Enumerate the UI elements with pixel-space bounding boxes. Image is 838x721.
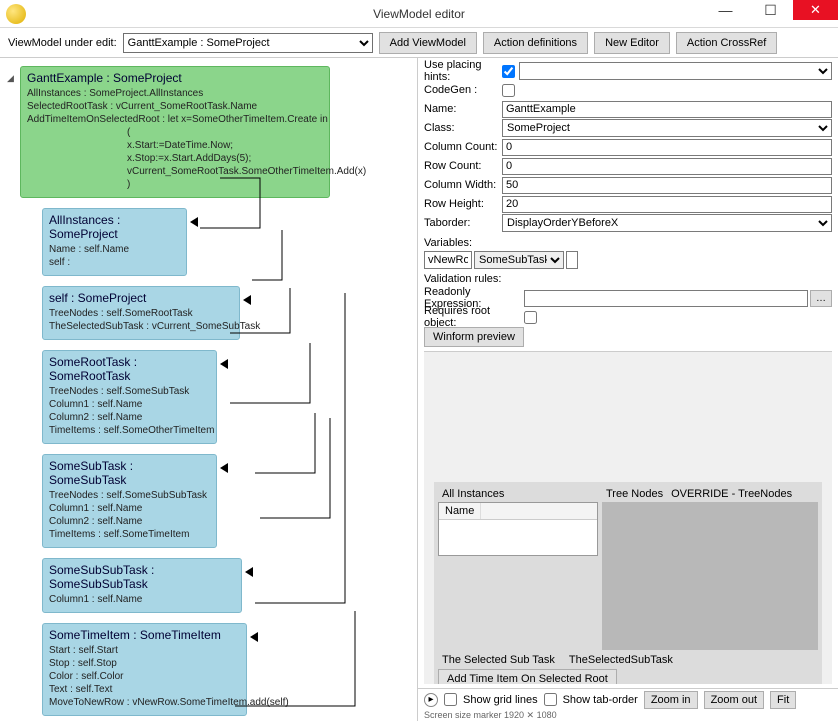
window-title: ViewModel editor	[373, 7, 465, 21]
fit-button[interactable]: Fit	[770, 691, 796, 709]
variable-type-select[interactable]: SomeSubTask	[474, 251, 564, 269]
arrow-icon	[245, 567, 253, 577]
rowheight-input[interactable]	[502, 196, 832, 213]
properties-pane: Use placing hints: CodeGen : Name: Class…	[418, 58, 838, 721]
add-time-root-button[interactable]: Add Time Item On Selected Root	[438, 669, 617, 684]
node-title: GanttExample : SomeProject	[27, 71, 323, 85]
maximize-button[interactable]: ☐	[748, 0, 793, 20]
window-titlebar: ViewModel editor — ☐ ✕	[0, 0, 838, 28]
show-grid-checkbox[interactable]	[444, 693, 457, 706]
readonly-ellipsis-button[interactable]: …	[810, 290, 832, 307]
arrow-icon	[220, 463, 228, 473]
codegen-checkbox[interactable]	[502, 84, 515, 97]
arrow-icon	[190, 217, 198, 227]
arrow-icon	[250, 632, 258, 642]
allinstances-grid[interactable]: Name	[438, 502, 598, 556]
bottom-bar: ▸ Show grid lines Show tab-order Zoom in…	[418, 688, 838, 710]
name-input[interactable]	[502, 101, 832, 118]
diagram-pane[interactable]: ◢ GanttExample : SomeProject AllInstance…	[0, 58, 418, 721]
zoom-out-button[interactable]: Zoom out	[704, 691, 764, 709]
app-icon	[6, 4, 26, 24]
colcount-input[interactable]	[502, 139, 832, 156]
node-sometimeitem[interactable]: SomeTimeItem : SomeTimeItem Start : self…	[42, 623, 247, 716]
new-editor-button[interactable]: New Editor	[594, 32, 670, 54]
arrow-icon	[243, 295, 251, 305]
override-label: OVERRIDE - TreeNodes	[667, 486, 796, 502]
toolbar: ViewModel under edit: GanttExample : Som…	[0, 28, 838, 58]
add-viewmodel-button[interactable]: Add ViewModel	[379, 32, 477, 54]
node-somesubtask[interactable]: SomeSubTask : SomeSubTask TreeNodes : se…	[42, 454, 217, 548]
readonly-expression-input[interactable]	[524, 290, 808, 307]
variable-add-slot[interactable]	[566, 251, 578, 269]
placing-hints-checkbox[interactable]	[502, 65, 515, 78]
requires-root-checkbox[interactable]	[524, 311, 537, 324]
action-definitions-button[interactable]: Action definitions	[483, 32, 588, 54]
variable-name-input[interactable]	[424, 251, 472, 269]
zoom-in-button[interactable]: Zoom in	[644, 691, 698, 709]
node-root[interactable]: ◢ GanttExample : SomeProject AllInstance…	[20, 66, 330, 198]
show-taborder-checkbox[interactable]	[544, 693, 557, 706]
placing-hints-select[interactable]	[519, 62, 832, 80]
action-crossref-button[interactable]: Action CrossRef	[676, 32, 777, 54]
node-somesubsubtask[interactable]: SomeSubSubTask : SomeSubSubTask Column1 …	[42, 558, 242, 613]
node-someroottask[interactable]: SomeRootTask : SomeRootTask TreeNodes : …	[42, 350, 217, 444]
variables-label: Variables:	[418, 235, 838, 249]
validation-label: Validation rules:	[418, 271, 838, 285]
rowcount-input[interactable]	[502, 158, 832, 175]
treenodes-label: Tree Nodes	[602, 486, 667, 502]
arrow-icon	[220, 359, 228, 369]
screen-size-marker: Screen size marker 1920 ✕ 1080	[418, 710, 838, 721]
allinstances-header: All Instances	[438, 486, 598, 502]
preview-area: All Instances Name Tree NodesOVERRIDE - …	[424, 351, 832, 684]
under-edit-label: ViewModel under edit:	[8, 37, 117, 49]
viewmodel-select[interactable]: GanttExample : SomeProject	[123, 33, 373, 53]
close-button[interactable]: ✕	[793, 0, 838, 20]
placing-hints-label: Use placing hints:	[424, 59, 502, 83]
refresh-icon[interactable]: ▸	[424, 693, 438, 707]
taborder-select[interactable]: DisplayOrderYBeforeX	[502, 214, 832, 232]
winform-preview-button[interactable]: Winform preview	[424, 327, 524, 347]
node-self[interactable]: self : SomeProject TreeNodes : self.Some…	[42, 286, 240, 340]
class-select[interactable]: SomeProject	[502, 119, 832, 137]
codegen-label: CodeGen :	[424, 84, 502, 96]
expand-icon[interactable]: ◢	[7, 73, 14, 84]
treenodes-panel[interactable]	[602, 502, 818, 650]
node-allinstances[interactable]: AllInstances : SomeProject Name : self.N…	[42, 208, 187, 276]
colwidth-input[interactable]	[502, 177, 832, 194]
minimize-button[interactable]: —	[703, 0, 748, 20]
